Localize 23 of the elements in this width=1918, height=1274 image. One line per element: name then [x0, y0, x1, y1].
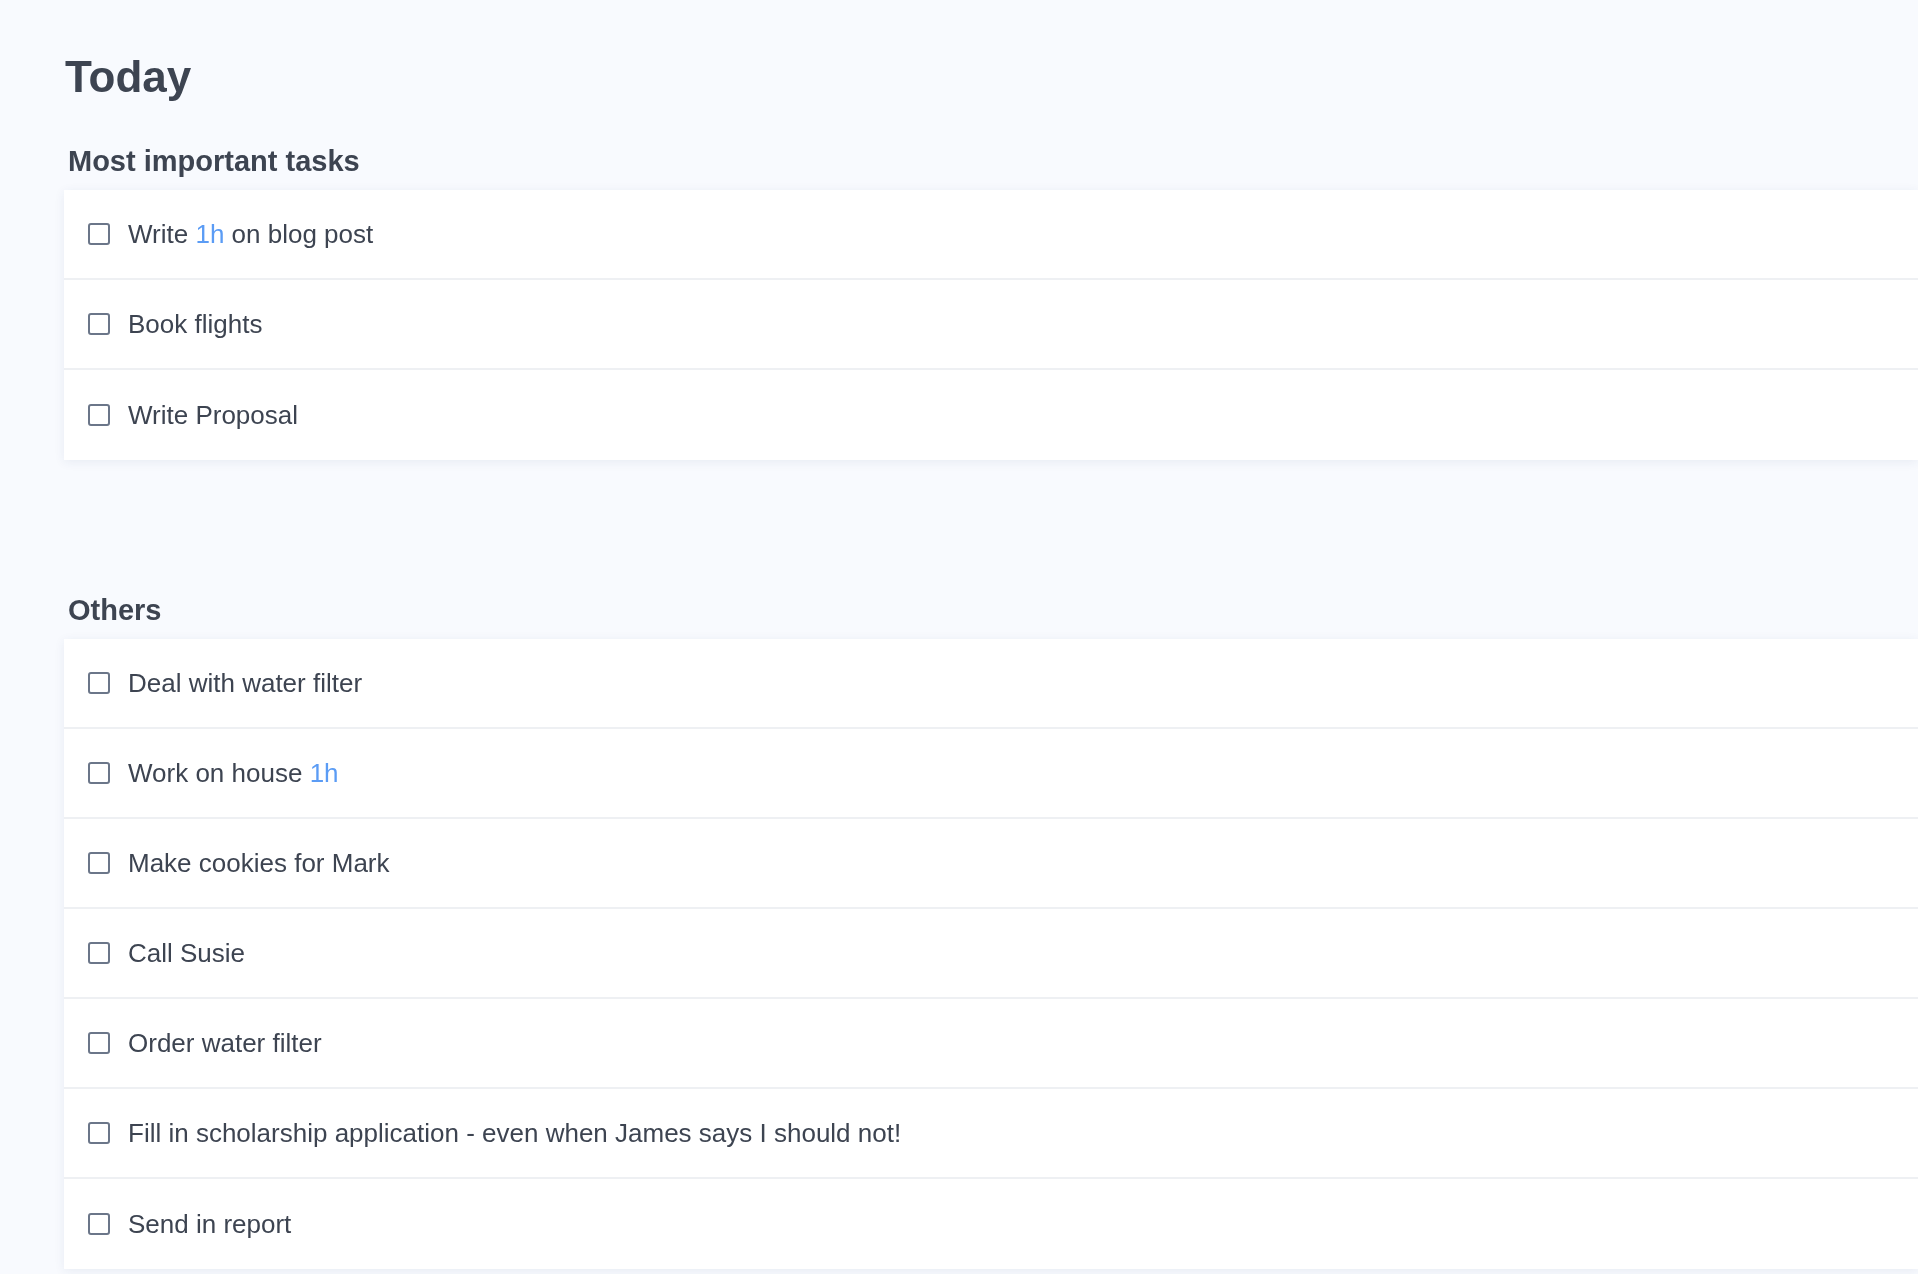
task-label: Call Susie	[128, 937, 246, 969]
task-label: Send in report	[128, 1208, 292, 1240]
checkbox[interactable]	[88, 942, 110, 964]
section-heading: Others	[68, 593, 163, 628]
task-label: Order water filter	[128, 1027, 322, 1059]
task-label: Deal with water filter	[128, 667, 363, 699]
checkbox[interactable]	[88, 404, 110, 426]
checkbox[interactable]	[88, 672, 110, 694]
checkbox[interactable]	[88, 223, 110, 245]
task-label: Write 1h on blog post	[128, 218, 374, 250]
checkbox[interactable]	[88, 313, 110, 335]
checkbox[interactable]	[88, 1213, 110, 1235]
section-heading: Most important tasks	[68, 144, 361, 179]
task-label: Work on house 1h	[128, 757, 339, 789]
page-title: Today	[64, 51, 193, 103]
checkbox[interactable]	[88, 762, 110, 784]
task-label: Make cookies for Mark	[128, 847, 390, 879]
checkbox[interactable]	[88, 1122, 110, 1144]
checkbox[interactable]	[88, 852, 110, 874]
task-label: Fill in scholarship application - even when James says I should not!	[128, 1117, 902, 1149]
task-label: Book flights	[128, 308, 263, 340]
task-label: Write Proposal	[128, 399, 299, 431]
checkbox[interactable]	[88, 1032, 110, 1054]
